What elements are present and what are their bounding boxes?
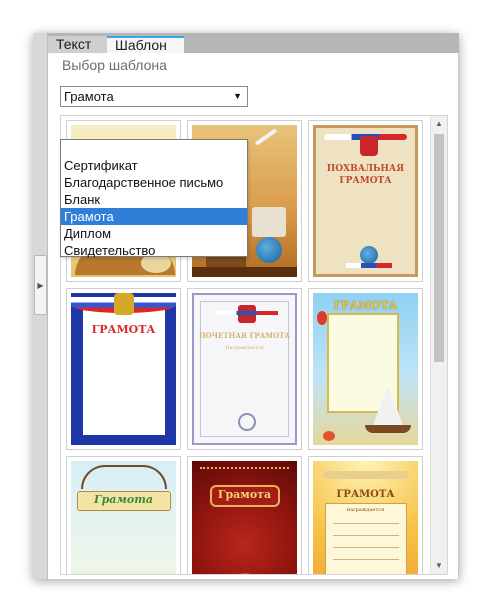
thumbnail-art: ПОЧЕТНАЯ ГРАМОТА Награждается bbox=[192, 293, 297, 445]
template-thumbnail-honorary-certificate[interactable]: ПОЧЕТНАЯ ГРАМОТА Награждается bbox=[187, 288, 302, 450]
scroll-up-arrow-icon[interactable]: ▲ bbox=[431, 116, 447, 132]
template-type-dropdown: Сертификат Благодарственное письмо Бланк… bbox=[60, 139, 248, 259]
arrow-right-icon: ▶ bbox=[37, 280, 44, 290]
thumbnail-title: ПОХВАЛЬНАЯ bbox=[326, 164, 405, 174]
dropdown-arrow-icon: ▼ bbox=[233, 91, 242, 101]
option-testimonial[interactable]: Свидетельство bbox=[61, 242, 247, 259]
option-diploma[interactable]: Диплом bbox=[61, 225, 247, 242]
thumbnail-subtitle: Награждается bbox=[225, 345, 264, 351]
scrollbar-thumb[interactable] bbox=[434, 134, 444, 362]
thumbnail-title: ГРАМОТА bbox=[336, 489, 395, 500]
thumbnail-art: ГРАМОТА bbox=[313, 293, 418, 445]
thumbnail-art: Грамота bbox=[71, 461, 176, 574]
thumbnail-title: Грамота bbox=[217, 488, 272, 501]
option-form[interactable]: Бланк bbox=[61, 191, 247, 208]
thumbnail-title: Грамота bbox=[94, 493, 153, 506]
option-certificate[interactable]: Сертификат bbox=[61, 157, 247, 174]
thumbnail-subtitle: ГРАМОТА bbox=[339, 176, 392, 186]
thumbnail-title: ГРАМОТА bbox=[91, 323, 156, 336]
gallery-scrollbar[interactable]: ▲ ▼ bbox=[430, 116, 447, 574]
template-thumbnail-red-certificate[interactable]: Грамота bbox=[187, 456, 302, 574]
editor-panel-frame: ▶ Текст Шаблон Выбор шаблона Грамота ▼ П… bbox=[33, 33, 459, 579]
template-thumbnail-sea-certificate[interactable]: ГРАМОТА bbox=[308, 288, 423, 450]
thumbnail-art: ПОХВАЛЬНАЯ ГРАМОТА bbox=[313, 125, 418, 277]
option-thank-you-letter[interactable]: Благодарственное письмо bbox=[61, 174, 247, 191]
left-strip: ▶ bbox=[33, 33, 48, 579]
section-title: Выбор шаблона bbox=[62, 57, 167, 73]
template-panel: Выбор шаблона Грамота ▼ ПОХВАЛЬНАЯ ГРАМО… bbox=[48, 53, 458, 579]
scroll-down-arrow-icon[interactable]: ▼ bbox=[431, 558, 447, 574]
thumbnail-subtitle: награждается bbox=[346, 507, 385, 513]
template-type-select[interactable]: Грамота ▼ bbox=[60, 86, 248, 107]
template-thumbnail-tea-certificate[interactable]: Грамота bbox=[66, 456, 181, 574]
select-value: Грамота bbox=[64, 89, 114, 104]
thumbnail-art: ГРАМОТА награждается bbox=[313, 461, 418, 574]
thumbnail-title: ГРАМОТА bbox=[333, 299, 398, 312]
option-gramota[interactable]: Грамота bbox=[61, 208, 247, 225]
thumbnail-art: Грамота bbox=[192, 461, 297, 574]
thumbnail-art: ГРАМОТА bbox=[71, 293, 176, 445]
tab-template[interactable]: Шаблон bbox=[107, 36, 184, 53]
collapse-panel-button[interactable]: ▶ bbox=[34, 255, 47, 315]
thumbnail-title: ПОЧЕТНАЯ ГРАМОТА bbox=[198, 331, 291, 340]
template-thumbnail-tricolor-certificate[interactable]: ГРАМОТА bbox=[66, 288, 181, 450]
tab-bar: Текст Шаблон bbox=[48, 33, 459, 53]
template-thumbnail-sun-certificate[interactable]: ГРАМОТА награждается bbox=[308, 456, 423, 574]
tab-text[interactable]: Текст bbox=[48, 36, 107, 53]
template-thumbnail-praise-certificate[interactable]: ПОХВАЛЬНАЯ ГРАМОТА bbox=[308, 120, 423, 282]
